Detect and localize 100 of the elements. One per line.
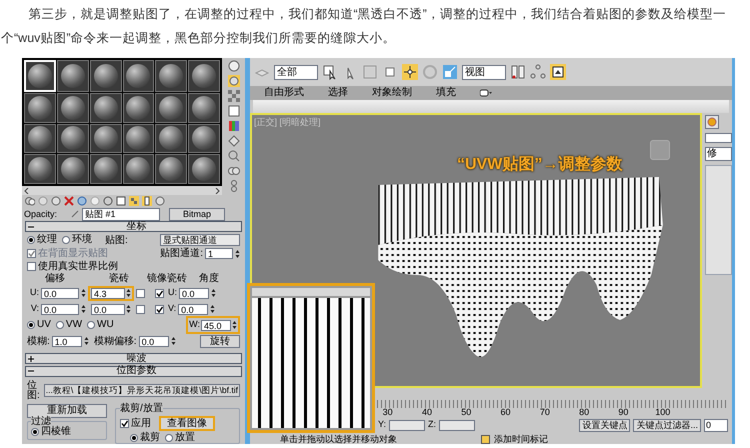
gear-icon	[707, 117, 717, 127]
rollout-title: 位图参数	[116, 366, 158, 376]
material-slot[interactable]	[155, 154, 188, 184]
tick-label: 30	[382, 408, 394, 418]
radio-button[interactable]	[27, 236, 35, 244]
material-slot[interactable]	[188, 92, 220, 122]
material-slot[interactable]	[90, 60, 122, 92]
checkbox[interactable]	[136, 304, 145, 314]
eyedropper-icon	[71, 210, 79, 218]
number-field[interactable]: 1	[205, 248, 233, 260]
material-slot[interactable]	[56, 124, 89, 154]
ribbon-tab[interactable]: 选择	[328, 88, 348, 98]
checkbox[interactable]	[136, 288, 145, 298]
number-field[interactable]: 0.0	[91, 304, 125, 315]
number-field[interactable]: 1.0	[52, 336, 82, 347]
material-slot[interactable]	[122, 154, 154, 184]
coordinate-field[interactable]	[389, 420, 426, 430]
number-field[interactable]: 45.0	[201, 320, 231, 331]
article-paragraph: 第三步，就是调整贴图了，在调整的过程中，我们都知道“黑透白不透”，调整的过程中，我们结合着贴图的参数及给模型一个“wuv贴图”命令来一起调整，黑色部分控制我们所需要的缝隙大小。	[0, 6, 727, 47]
map-channel-dropdown[interactable]: 显式贴图通道	[160, 234, 240, 246]
number-field[interactable]: 4.3	[91, 288, 125, 299]
material-slot[interactable]	[188, 154, 220, 184]
color-bars-icon	[228, 120, 240, 132]
radio-button[interactable]	[31, 428, 39, 436]
group-label: 裁剪/放置	[120, 404, 163, 414]
checkbox[interactable]	[155, 304, 164, 314]
radio-label: 放置	[175, 432, 195, 443]
coordinate-system-dropdown[interactable]: 视图	[462, 64, 506, 80]
radio-button[interactable]	[56, 321, 64, 330]
selection-filter-dropdown[interactable]: 全部	[274, 64, 318, 80]
rollout-header[interactable]: 噪波	[25, 353, 242, 364]
checkbox[interactable]	[27, 262, 36, 272]
spinner-icon	[211, 288, 216, 298]
checkbox[interactable]	[155, 288, 164, 298]
rollout-header[interactable]: 位图参数	[25, 366, 242, 377]
group-label: 过滤	[31, 416, 51, 427]
blur-offset-label: 模糊偏移:	[94, 334, 137, 349]
checkbox-label: 应用	[131, 416, 151, 431]
material-slot[interactable]	[122, 92, 154, 122]
command-tab[interactable]: 修	[705, 147, 732, 161]
material-slot[interactable]	[24, 124, 56, 154]
number-field[interactable]: 0.0	[179, 288, 209, 299]
axis-label: W:	[189, 318, 200, 332]
viewport-label: [正交] [明暗处理]	[254, 116, 321, 129]
checkbox[interactable]	[120, 418, 129, 428]
material-slot[interactable]	[56, 60, 89, 92]
material-slot[interactable]	[24, 154, 56, 184]
material-slot[interactable]	[56, 154, 89, 184]
number-field[interactable]: 0.0	[138, 336, 169, 347]
coordinate-field[interactable]	[439, 420, 476, 430]
material-slot[interactable]	[90, 154, 122, 184]
ribbon-tab[interactable]: 填充	[436, 88, 456, 98]
bitmap-path-button[interactable]: ...教程\【建模技巧】异形天花吊顶建模\图片\bf.tif	[44, 384, 240, 398]
number-field[interactable]: 0.0	[41, 304, 79, 315]
material-slot[interactable]	[155, 60, 188, 92]
radio-button[interactable]	[165, 434, 173, 442]
view-image-button[interactable]: 查看图像	[159, 416, 215, 431]
set-key-button[interactable]: 设置关键点	[579, 418, 630, 432]
sphere-icon	[228, 60, 240, 72]
checker-icon	[228, 90, 240, 102]
x-icon	[64, 196, 74, 206]
ribbon-tab[interactable]: 自由形式	[264, 88, 304, 98]
material-slot[interactable]	[155, 92, 188, 122]
add-time-tag-link[interactable]: 添加时间标记	[494, 434, 548, 444]
radio-label: VW	[66, 320, 82, 330]
radio-label: 裁剪	[140, 432, 160, 443]
radio-button[interactable]	[62, 236, 70, 244]
material-slot[interactable]	[188, 60, 220, 92]
frame-field[interactable]: 0	[704, 418, 728, 432]
map-channel-label: 贴图通道:	[160, 248, 203, 259]
ribbon-tab[interactable]: 对象绘制	[372, 88, 412, 98]
material-slot[interactable]	[90, 92, 122, 122]
material-slot[interactable]	[122, 60, 154, 92]
map-type-button[interactable]: Bitmap	[169, 208, 225, 221]
rollout-header[interactable]: 坐标	[25, 221, 242, 232]
key-filters-button[interactable]: 关键点过滤器...	[633, 418, 701, 432]
square-icon	[228, 105, 240, 117]
tick-label: 50	[460, 408, 472, 418]
material-slot[interactable]	[24, 92, 56, 122]
annotation-text: “UVW贴图”→调整参数	[457, 154, 622, 175]
map-name-field[interactable]: 贴图 #1	[82, 208, 160, 221]
name-field[interactable]	[705, 133, 732, 143]
number-field[interactable]: 0.0	[41, 288, 79, 299]
column-header: 镜像	[147, 274, 167, 284]
spheres-icon	[77, 196, 87, 206]
settings-button[interactable]	[705, 115, 719, 129]
number-field[interactable]: 0.0	[178, 304, 208, 315]
material-slot[interactable]	[188, 124, 220, 154]
radio-button[interactable]	[27, 321, 35, 330]
material-slot[interactable]	[90, 124, 122, 154]
radio-button[interactable]	[130, 434, 138, 442]
rotate-icon	[422, 64, 438, 80]
axis-label: U:	[29, 286, 39, 300]
material-slot[interactable]	[122, 124, 154, 154]
material-slot[interactable]	[56, 92, 89, 122]
radio-label: WU	[97, 320, 114, 330]
material-slot[interactable]	[155, 124, 188, 154]
rotate-button[interactable]: 旋转	[200, 334, 240, 348]
radio-button[interactable]	[87, 321, 96, 330]
status-text: 单击并拖动以选择并移动对象	[280, 434, 397, 444]
